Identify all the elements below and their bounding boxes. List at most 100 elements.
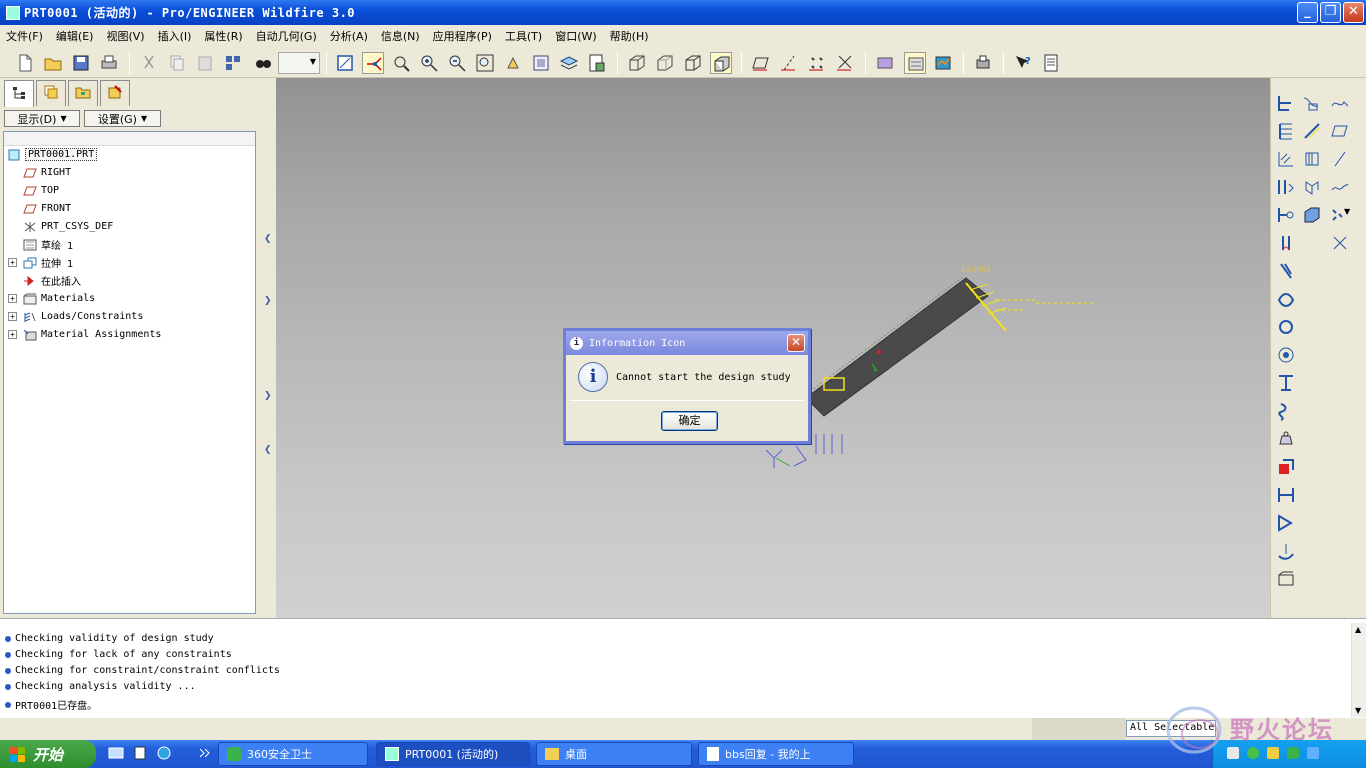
minimize-button[interactable]: _ (1297, 2, 1318, 23)
curve-tool-icon[interactable] (1329, 92, 1351, 114)
dialog-close-button[interactable]: ✕ (787, 334, 805, 352)
menu-applications[interactable]: 应用程序(P) (433, 28, 492, 44)
rigid-link-icon[interactable] (1275, 316, 1297, 338)
tray-icon[interactable] (1227, 747, 1239, 759)
wireframe-icon[interactable] (626, 52, 648, 74)
tray-icon[interactable] (1287, 747, 1299, 759)
tree-item[interactable]: + Loads/Constraints (8, 308, 143, 325)
cut-icon[interactable] (138, 52, 160, 74)
layer-tab[interactable] (36, 80, 66, 106)
pressure-tool-icon[interactable] (1275, 148, 1297, 170)
analysis-run-icon[interactable] (1275, 512, 1297, 534)
copy-icon[interactable] (166, 52, 188, 74)
layers-icon[interactable] (558, 52, 580, 74)
message-scrollbar[interactable]: ▲ ▼ (1351, 623, 1366, 717)
menu-help[interactable]: 帮助(H) (610, 28, 649, 44)
view-manager-icon[interactable] (586, 52, 608, 74)
expand-arrow-icon[interactable]: ❯ (264, 391, 272, 401)
tree-item[interactable]: + Materials (8, 290, 95, 307)
results-tool-icon[interactable] (1275, 540, 1297, 562)
find-icon[interactable] (252, 52, 274, 74)
ok-button[interactable]: 确定 (661, 411, 718, 431)
repaint-icon[interactable] (334, 52, 356, 74)
shell-tool-icon[interactable] (1275, 288, 1297, 310)
task-desktop[interactable]: 桌面 (536, 742, 692, 766)
weight-tool-icon[interactable] (1275, 344, 1297, 366)
expand-icon[interactable]: + (8, 330, 17, 339)
expand-icon[interactable]: + (8, 294, 17, 303)
selection-filter[interactable]: All Selectable (1126, 720, 1216, 737)
collapse-arrow-icon[interactable]: ❮ (264, 234, 272, 244)
expand-arrow-icon[interactable]: ❯ (264, 296, 272, 306)
beam-section-icon[interactable] (1301, 204, 1323, 226)
tree-item[interactable]: PRT0001.PRT (7, 146, 98, 163)
line-tool-icon[interactable] (1329, 148, 1351, 170)
quicklaunch-more-icon[interactable] (196, 745, 212, 761)
context-help-icon[interactable]: ? (1012, 52, 1034, 74)
material-tool-icon[interactable] (1275, 428, 1297, 450)
close-button[interactable]: ✕ (1343, 2, 1364, 23)
zoom-in-icon[interactable] (418, 52, 440, 74)
symmetry-tool-icon[interactable] (1301, 176, 1323, 198)
print-model-icon[interactable] (972, 52, 994, 74)
tray-icon[interactable] (1307, 747, 1319, 759)
menu-analysis[interactable]: 分析(A) (330, 28, 368, 44)
surface-region-icon[interactable] (1275, 568, 1297, 590)
menu-file[interactable]: 文件(F) (6, 28, 43, 44)
expand-icon[interactable]: + (8, 312, 17, 321)
load-tool-icon[interactable] (1275, 120, 1297, 142)
point-tool-icon[interactable]: ▼ (1329, 204, 1351, 226)
menu-properties[interactable]: 属性(R) (204, 28, 242, 44)
reorient-icon[interactable] (502, 52, 524, 74)
info-window-icon[interactable] (1040, 52, 1062, 74)
model-tree-tab[interactable] (4, 80, 34, 107)
contact-tool-icon[interactable] (1275, 372, 1297, 394)
datum-planes-icon[interactable] (750, 52, 772, 74)
tray-icon[interactable] (1267, 747, 1279, 759)
start-button[interactable]: 开始 (0, 740, 96, 768)
paste-icon[interactable] (194, 52, 216, 74)
no-hidden-icon[interactable] (682, 52, 704, 74)
datum-plane-tool-icon[interactable] (1275, 92, 1297, 114)
regenerate-icon[interactable] (222, 52, 244, 74)
show-desktop-icon[interactable] (108, 745, 124, 761)
maximize-button[interactable]: ❐ (1320, 2, 1341, 23)
tree-item[interactable]: + 拉伸 1 (8, 254, 73, 271)
sim-display-icon[interactable] (904, 52, 926, 74)
tree-item[interactable]: 草绘 1 (23, 236, 73, 253)
refit-icon[interactable] (474, 52, 496, 74)
new-file-icon[interactable] (14, 52, 36, 74)
scroll-up-icon[interactable]: ▲ (1355, 625, 1361, 634)
tree-item[interactable]: TOP (23, 182, 59, 199)
settings-dropdown[interactable]: 设置(G) ▼ (84, 110, 161, 127)
panel-splitter[interactable]: ❮ ❯ ❯ ❮ (262, 78, 276, 618)
menu-autogem[interactable]: 自动几何(G) (256, 28, 317, 44)
constraint-tool-icon[interactable] (1275, 176, 1297, 198)
zoom-out-icon[interactable] (446, 52, 468, 74)
menu-window[interactable]: 窗口(W) (555, 28, 596, 44)
menu-tools[interactable]: 工具(T) (505, 28, 542, 44)
spring-tool-icon[interactable] (1275, 232, 1297, 254)
csys-tool-icon[interactable] (1329, 232, 1351, 254)
results-icon[interactable] (932, 52, 954, 74)
tray-icon[interactable] (1247, 747, 1259, 759)
saved-views-icon[interactable] (530, 52, 552, 74)
bearing-tool-icon[interactable] (1301, 148, 1323, 170)
ie-icon[interactable] (132, 745, 148, 761)
hidden-line-icon[interactable] (654, 52, 676, 74)
tree-item[interactable]: 在此插入 (23, 272, 81, 289)
orient-mode-icon[interactable] (390, 52, 412, 74)
datum-axis-tool-icon[interactable] (1301, 120, 1323, 142)
plane-tool-icon[interactable] (1329, 120, 1351, 142)
datum-points-icon[interactable] (806, 52, 828, 74)
task-360[interactable]: 360安全卫士 (218, 742, 368, 766)
menu-insert[interactable]: 插入(I) (158, 28, 192, 44)
csys-display-icon[interactable] (834, 52, 856, 74)
scroll-down-icon[interactable]: ▼ (1355, 706, 1361, 715)
tree-item[interactable]: FRONT (23, 200, 71, 217)
beam-tool-icon[interactable] (1275, 260, 1297, 282)
expand-icon[interactable]: + (8, 258, 17, 267)
display-dropdown[interactable]: 显示(D) ▼ (4, 110, 80, 127)
media-icon[interactable] (156, 745, 172, 761)
menu-view[interactable]: 视图(V) (106, 28, 144, 44)
